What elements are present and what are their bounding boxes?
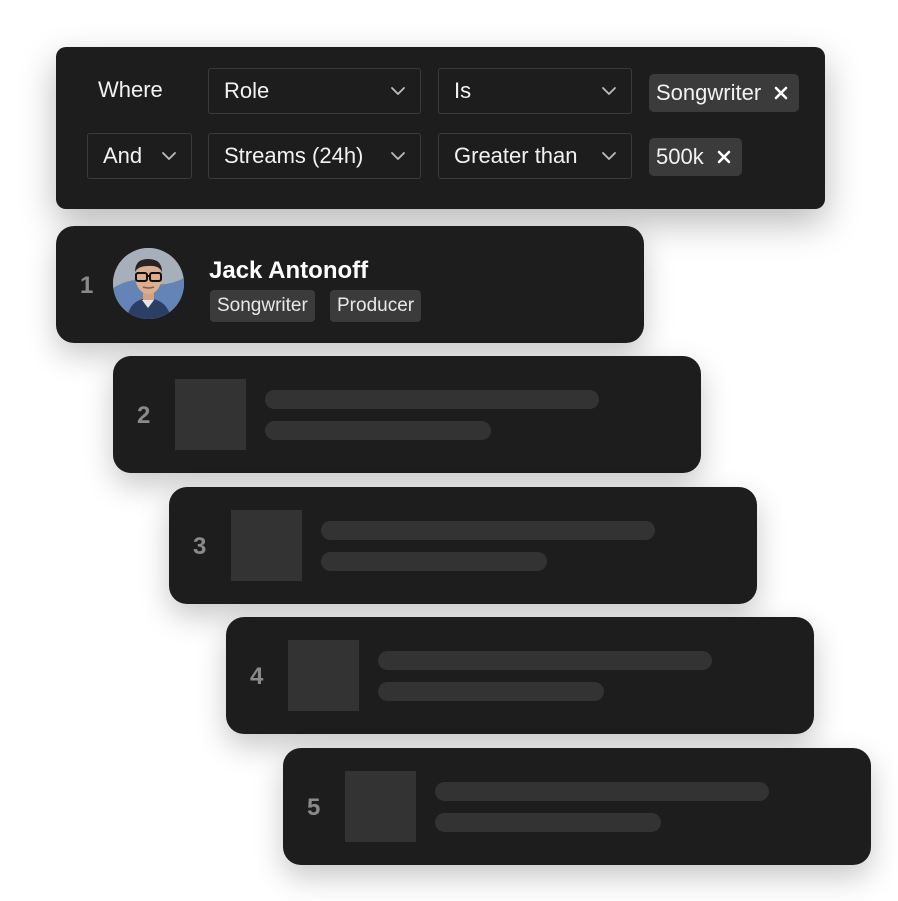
placeholder-line (378, 651, 712, 670)
placeholder-line (265, 421, 491, 440)
field-select-streams[interactable]: Streams (24h) (208, 133, 421, 179)
result-card-1[interactable]: 1 Jack Antonoff Songwriter Producer (56, 226, 644, 343)
chevron-down-icon (391, 152, 405, 160)
connector-select-and[interactable]: And (87, 133, 192, 179)
result-card-5[interactable]: 5 (283, 748, 871, 865)
chevron-down-icon (391, 87, 405, 95)
chevron-down-icon (162, 152, 176, 160)
value-chip-songwriter: Songwriter (649, 74, 800, 112)
field-select-value: Streams (24h) (224, 143, 364, 168)
result-rank: 2 (137, 402, 151, 429)
avatar (113, 248, 184, 319)
field-select-value: Role (224, 78, 270, 103)
operator-select-greater-than[interactable]: Greater than (438, 133, 632, 179)
chevron-down-icon (602, 152, 616, 160)
placeholder-thumbnail (288, 640, 359, 711)
value-chip-label: 500k (656, 144, 704, 169)
value-chip-500k: 500k (649, 138, 742, 176)
result-card-4[interactable]: 4 (226, 617, 814, 734)
result-rank: 1 (80, 272, 94, 299)
placeholder-thumbnail (345, 771, 416, 842)
connector-select-value: And (103, 143, 143, 168)
result-name: Jack Antonoff (209, 257, 369, 284)
operator-select-value: Is (454, 78, 472, 103)
field-select-role[interactable]: Role (208, 68, 421, 114)
tag-producer: Producer (330, 290, 422, 322)
chevron-down-icon (602, 87, 616, 95)
placeholder-line (265, 390, 599, 409)
result-rank: 5 (307, 794, 321, 821)
where-label: Where (98, 77, 163, 102)
close-icon[interactable] (716, 149, 732, 165)
result-rank: 4 (250, 663, 264, 690)
placeholder-thumbnail (231, 510, 302, 581)
operator-select-is[interactable]: Is (438, 68, 632, 114)
placeholder-line (435, 782, 769, 801)
placeholder-thumbnail (175, 379, 246, 450)
placeholder-line (321, 552, 547, 571)
tag-songwriter: Songwriter (210, 290, 315, 322)
placeholder-line (378, 682, 604, 701)
close-icon[interactable] (773, 85, 789, 101)
value-chip-label: Songwriter (656, 80, 762, 105)
filter-panel: Where Role Is Songwriter And Streams (24… (56, 47, 825, 209)
placeholder-line (435, 813, 661, 832)
result-card-2[interactable]: 2 (113, 356, 701, 473)
placeholder-line (321, 521, 655, 540)
operator-select-value: Greater than (454, 143, 578, 168)
result-card-3[interactable]: 3 (169, 487, 757, 604)
result-rank: 3 (193, 533, 207, 560)
